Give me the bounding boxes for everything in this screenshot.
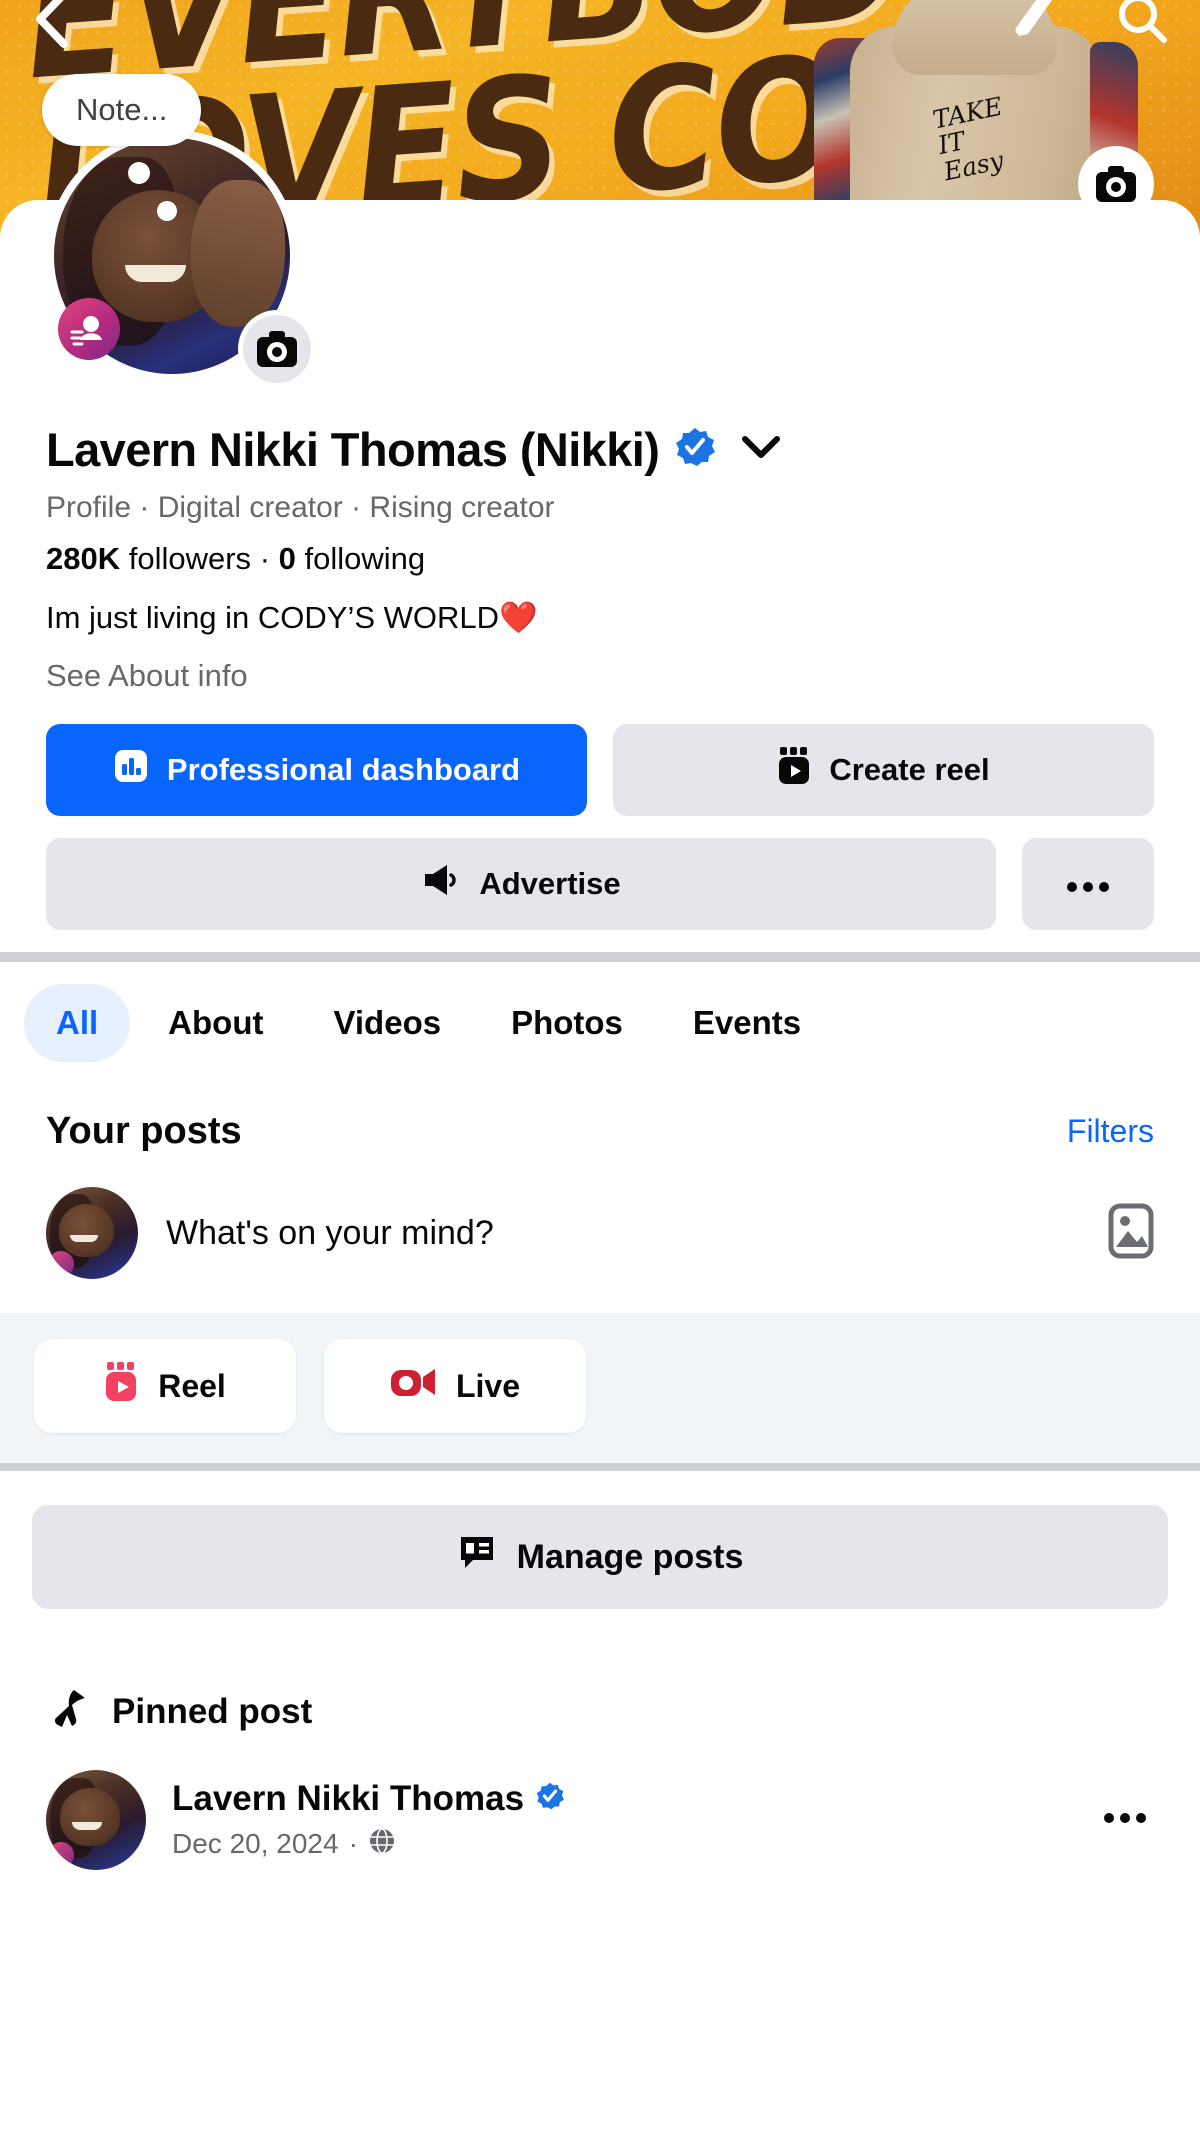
action-row-primary: Professional dashboard Create reel xyxy=(46,724,1154,816)
create-reel-button[interactable]: Create reel xyxy=(613,724,1154,816)
pinned-post-header: Pinned post xyxy=(0,1609,1200,1736)
composer-placeholder[interactable]: What's on your mind? xyxy=(166,1214,1080,1253)
your-posts-title: Your posts xyxy=(46,1110,242,1152)
post-author-row[interactable]: Lavern Nikki Thomas xyxy=(172,1779,1076,1819)
post-author-avatar[interactable] xyxy=(46,1770,146,1870)
following-count: 0 xyxy=(278,541,296,576)
advertise-label: Advertise xyxy=(479,866,621,901)
photo-icon[interactable] xyxy=(1108,1203,1154,1264)
live-video-icon xyxy=(390,1365,436,1407)
camera-icon xyxy=(257,331,297,367)
avatar-smile xyxy=(69,1234,98,1243)
reel-label: Reel xyxy=(158,1367,226,1404)
avatar-face xyxy=(60,1788,120,1846)
edit-pencil-icon[interactable] xyxy=(1008,0,1060,49)
post-author-name: Lavern Nikki Thomas xyxy=(172,1778,525,1818)
go-live-button[interactable]: Live xyxy=(324,1339,586,1433)
note-bubble-tail xyxy=(128,162,150,184)
pinned-post-label: Pinned post xyxy=(112,1691,313,1731)
section-divider xyxy=(0,952,1200,962)
professional-dashboard-button[interactable]: Professional dashboard xyxy=(46,724,587,816)
edit-cover-photo-button[interactable] xyxy=(1078,146,1154,222)
followers-count: 280K xyxy=(46,541,121,576)
reel-icon xyxy=(104,1362,138,1410)
chevron-down-icon[interactable] xyxy=(739,432,783,467)
see-about-info-link[interactable]: See About info xyxy=(46,658,1154,694)
verified-badge-icon xyxy=(675,427,716,472)
quick-actions-strip: Reel Live xyxy=(0,1313,1200,1463)
search-icon[interactable] xyxy=(1114,0,1172,53)
tab-photos[interactable]: Photos xyxy=(479,984,655,1062)
avatar-smile xyxy=(72,1822,102,1830)
avatar-face xyxy=(58,1203,115,1257)
tab-events[interactable]: Events xyxy=(661,984,833,1062)
globe-icon[interactable] xyxy=(368,1827,396,1862)
reel-icon xyxy=(777,747,811,793)
create-reel-quick-button[interactable]: Reel xyxy=(34,1339,296,1433)
your-posts-header: Your posts Filters xyxy=(0,1084,1200,1153)
stats-separator: · xyxy=(259,541,271,576)
profile-sheet: Note... Lavern Nikki Thomas (Nikki) Prof… xyxy=(0,74,1200,2132)
rising-creator-icon xyxy=(48,1251,74,1277)
post-subtext: Dec 20, 2024 · xyxy=(172,1827,1076,1862)
rising-creator-icon xyxy=(48,1842,74,1868)
page-title: Lavern Nikki Thomas (Nikki) xyxy=(46,423,660,476)
manage-posts-icon xyxy=(457,1533,497,1582)
pin-icon xyxy=(46,1687,90,1736)
edit-profile-picture-button[interactable] xyxy=(238,310,316,388)
manage-posts-label: Manage posts xyxy=(516,1537,744,1576)
manage-posts-wrapper: Manage posts xyxy=(0,1471,1200,1609)
filters-button[interactable]: Filters xyxy=(1067,1113,1154,1150)
action-row-secondary: Advertise xyxy=(46,838,1154,930)
profile-bio: Im just living in CODY’S WORLD❤️ xyxy=(46,600,538,635)
tab-all[interactable]: All xyxy=(24,984,131,1062)
avatar-smile xyxy=(124,265,187,282)
back-chevron-icon[interactable] xyxy=(24,0,78,57)
post-options-button[interactable] xyxy=(1102,1811,1154,1830)
note-bubble[interactable]: Note... xyxy=(42,74,202,146)
professional-dashboard-label: Professional dashboard xyxy=(166,752,521,787)
profile-avatar[interactable] xyxy=(46,130,316,388)
post-date: Dec 20, 2024 xyxy=(172,1828,339,1859)
note-anchor-dot xyxy=(156,200,177,221)
verified-badge-icon xyxy=(536,1782,565,1815)
section-divider-2 xyxy=(0,1463,1200,1471)
profile-tabs: All About Videos Photos Events xyxy=(0,962,1200,1084)
tab-about[interactable]: About xyxy=(136,984,295,1062)
avatar-hand xyxy=(190,180,286,327)
tab-videos[interactable]: Videos xyxy=(301,984,473,1062)
more-options-button[interactable] xyxy=(1022,838,1154,930)
advertise-button[interactable]: Advertise xyxy=(46,838,996,930)
following-label: following xyxy=(304,541,426,576)
post-meta: Lavern Nikki Thomas Dec 20, 2024 · xyxy=(172,1779,1076,1862)
post-header: Lavern Nikki Thomas Dec 20, 2024 · xyxy=(0,1736,1200,1870)
followers-label: followers xyxy=(128,541,252,576)
composer-avatar xyxy=(46,1187,138,1279)
manage-posts-button[interactable]: Manage posts xyxy=(32,1505,1168,1609)
facebook-profile-screen: EVERYBODY LOVES CODY TAKE IT Easy xyxy=(0,0,1200,2132)
profile-name-row[interactable]: Lavern Nikki Thomas (Nikki) xyxy=(46,422,1154,477)
profile-subtitle: Profile · Digital creator · Rising creat… xyxy=(46,491,555,524)
bar-chart-icon xyxy=(113,748,149,792)
camera-icon xyxy=(1096,166,1136,202)
rising-creator-icon xyxy=(58,298,120,360)
create-reel-label: Create reel xyxy=(829,752,990,787)
post-separator: · xyxy=(348,1828,358,1859)
megaphone-icon xyxy=(421,862,461,906)
profile-actions: Professional dashboard Create reel Adver… xyxy=(0,694,1200,930)
live-label: Live xyxy=(455,1367,521,1404)
followers-stats[interactable]: 280K followers · 0 following xyxy=(46,541,1154,577)
ellipsis-icon xyxy=(1065,866,1111,902)
post-composer[interactable]: What's on your mind? xyxy=(0,1153,1200,1313)
